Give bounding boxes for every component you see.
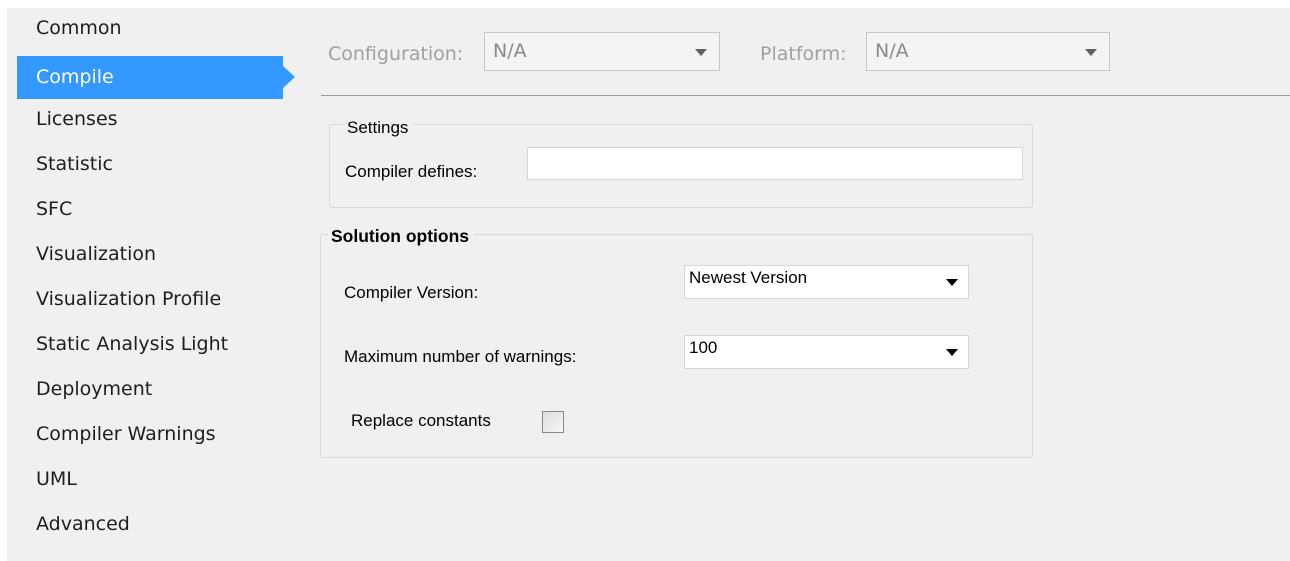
compiler-version-label: Compiler Version:: [344, 283, 479, 302]
replace-constants-label: Replace constants: [351, 411, 491, 430]
separator: [321, 95, 1290, 96]
compiler-defines-label: Compiler defines:: [345, 162, 478, 181]
solution-options-group-title: Solution options: [328, 226, 475, 247]
sidebar-item-advanced[interactable]: Advanced: [7, 504, 287, 549]
compiler-defines-input[interactable]: [527, 147, 1023, 180]
configuration-label: Configuration:: [328, 43, 464, 65]
replace-constants-checkbox[interactable]: [542, 411, 564, 433]
sidebar-item-deployment[interactable]: Deployment: [7, 369, 287, 414]
max-warnings-value: 100: [689, 338, 718, 357]
sidebar-item-visualization-profile[interactable]: Visualization Profile: [7, 279, 287, 324]
chevron-down-icon: [946, 279, 958, 286]
platform-value: N/A: [875, 40, 909, 62]
sidebar-item-compiler-warnings[interactable]: Compiler Warnings: [7, 414, 287, 459]
sidebar-item-sfc[interactable]: SFC: [7, 189, 287, 234]
sidebar-item-compile[interactable]: Compile: [17, 56, 295, 99]
compiler-version-dropdown[interactable]: Newest Version: [684, 265, 969, 299]
max-warnings-dropdown[interactable]: 100: [684, 335, 969, 369]
sidebar-item-visualization[interactable]: Visualization: [7, 234, 287, 279]
configuration-value: N/A: [493, 40, 527, 62]
settings-group-title: Settings: [344, 118, 414, 138]
chevron-down-icon: [1085, 49, 1097, 56]
sidebar-item-uml[interactable]: UML: [7, 459, 287, 504]
sidebar-item-licenses[interactable]: Licenses: [7, 99, 287, 144]
project-settings-window: Common Compile Licenses Statistic SFC Vi…: [7, 8, 1290, 561]
platform-dropdown[interactable]: N/A: [866, 32, 1110, 71]
platform-label: Platform:: [760, 43, 847, 65]
compiler-version-value: Newest Version: [689, 268, 808, 287]
max-warnings-label: Maximum number of warnings:: [344, 347, 577, 366]
sidebar-item-common[interactable]: Common: [7, 17, 287, 56]
configuration-bar: Configuration: N/A Platform: N/A: [320, 8, 1290, 96]
solution-options-group: Solution options Compiler Version: Newes…: [320, 226, 1033, 458]
chevron-down-icon: [695, 49, 707, 56]
configuration-dropdown[interactable]: N/A: [484, 32, 720, 71]
sidebar-item-statistic[interactable]: Statistic: [7, 144, 287, 189]
settings-group: Settings Compiler defines:: [329, 118, 1033, 208]
chevron-down-icon: [946, 349, 958, 356]
settings-category-list: Common Compile Licenses Statistic SFC Vi…: [7, 17, 295, 549]
sidebar-item-static-analysis-light[interactable]: Static Analysis Light: [7, 324, 287, 369]
